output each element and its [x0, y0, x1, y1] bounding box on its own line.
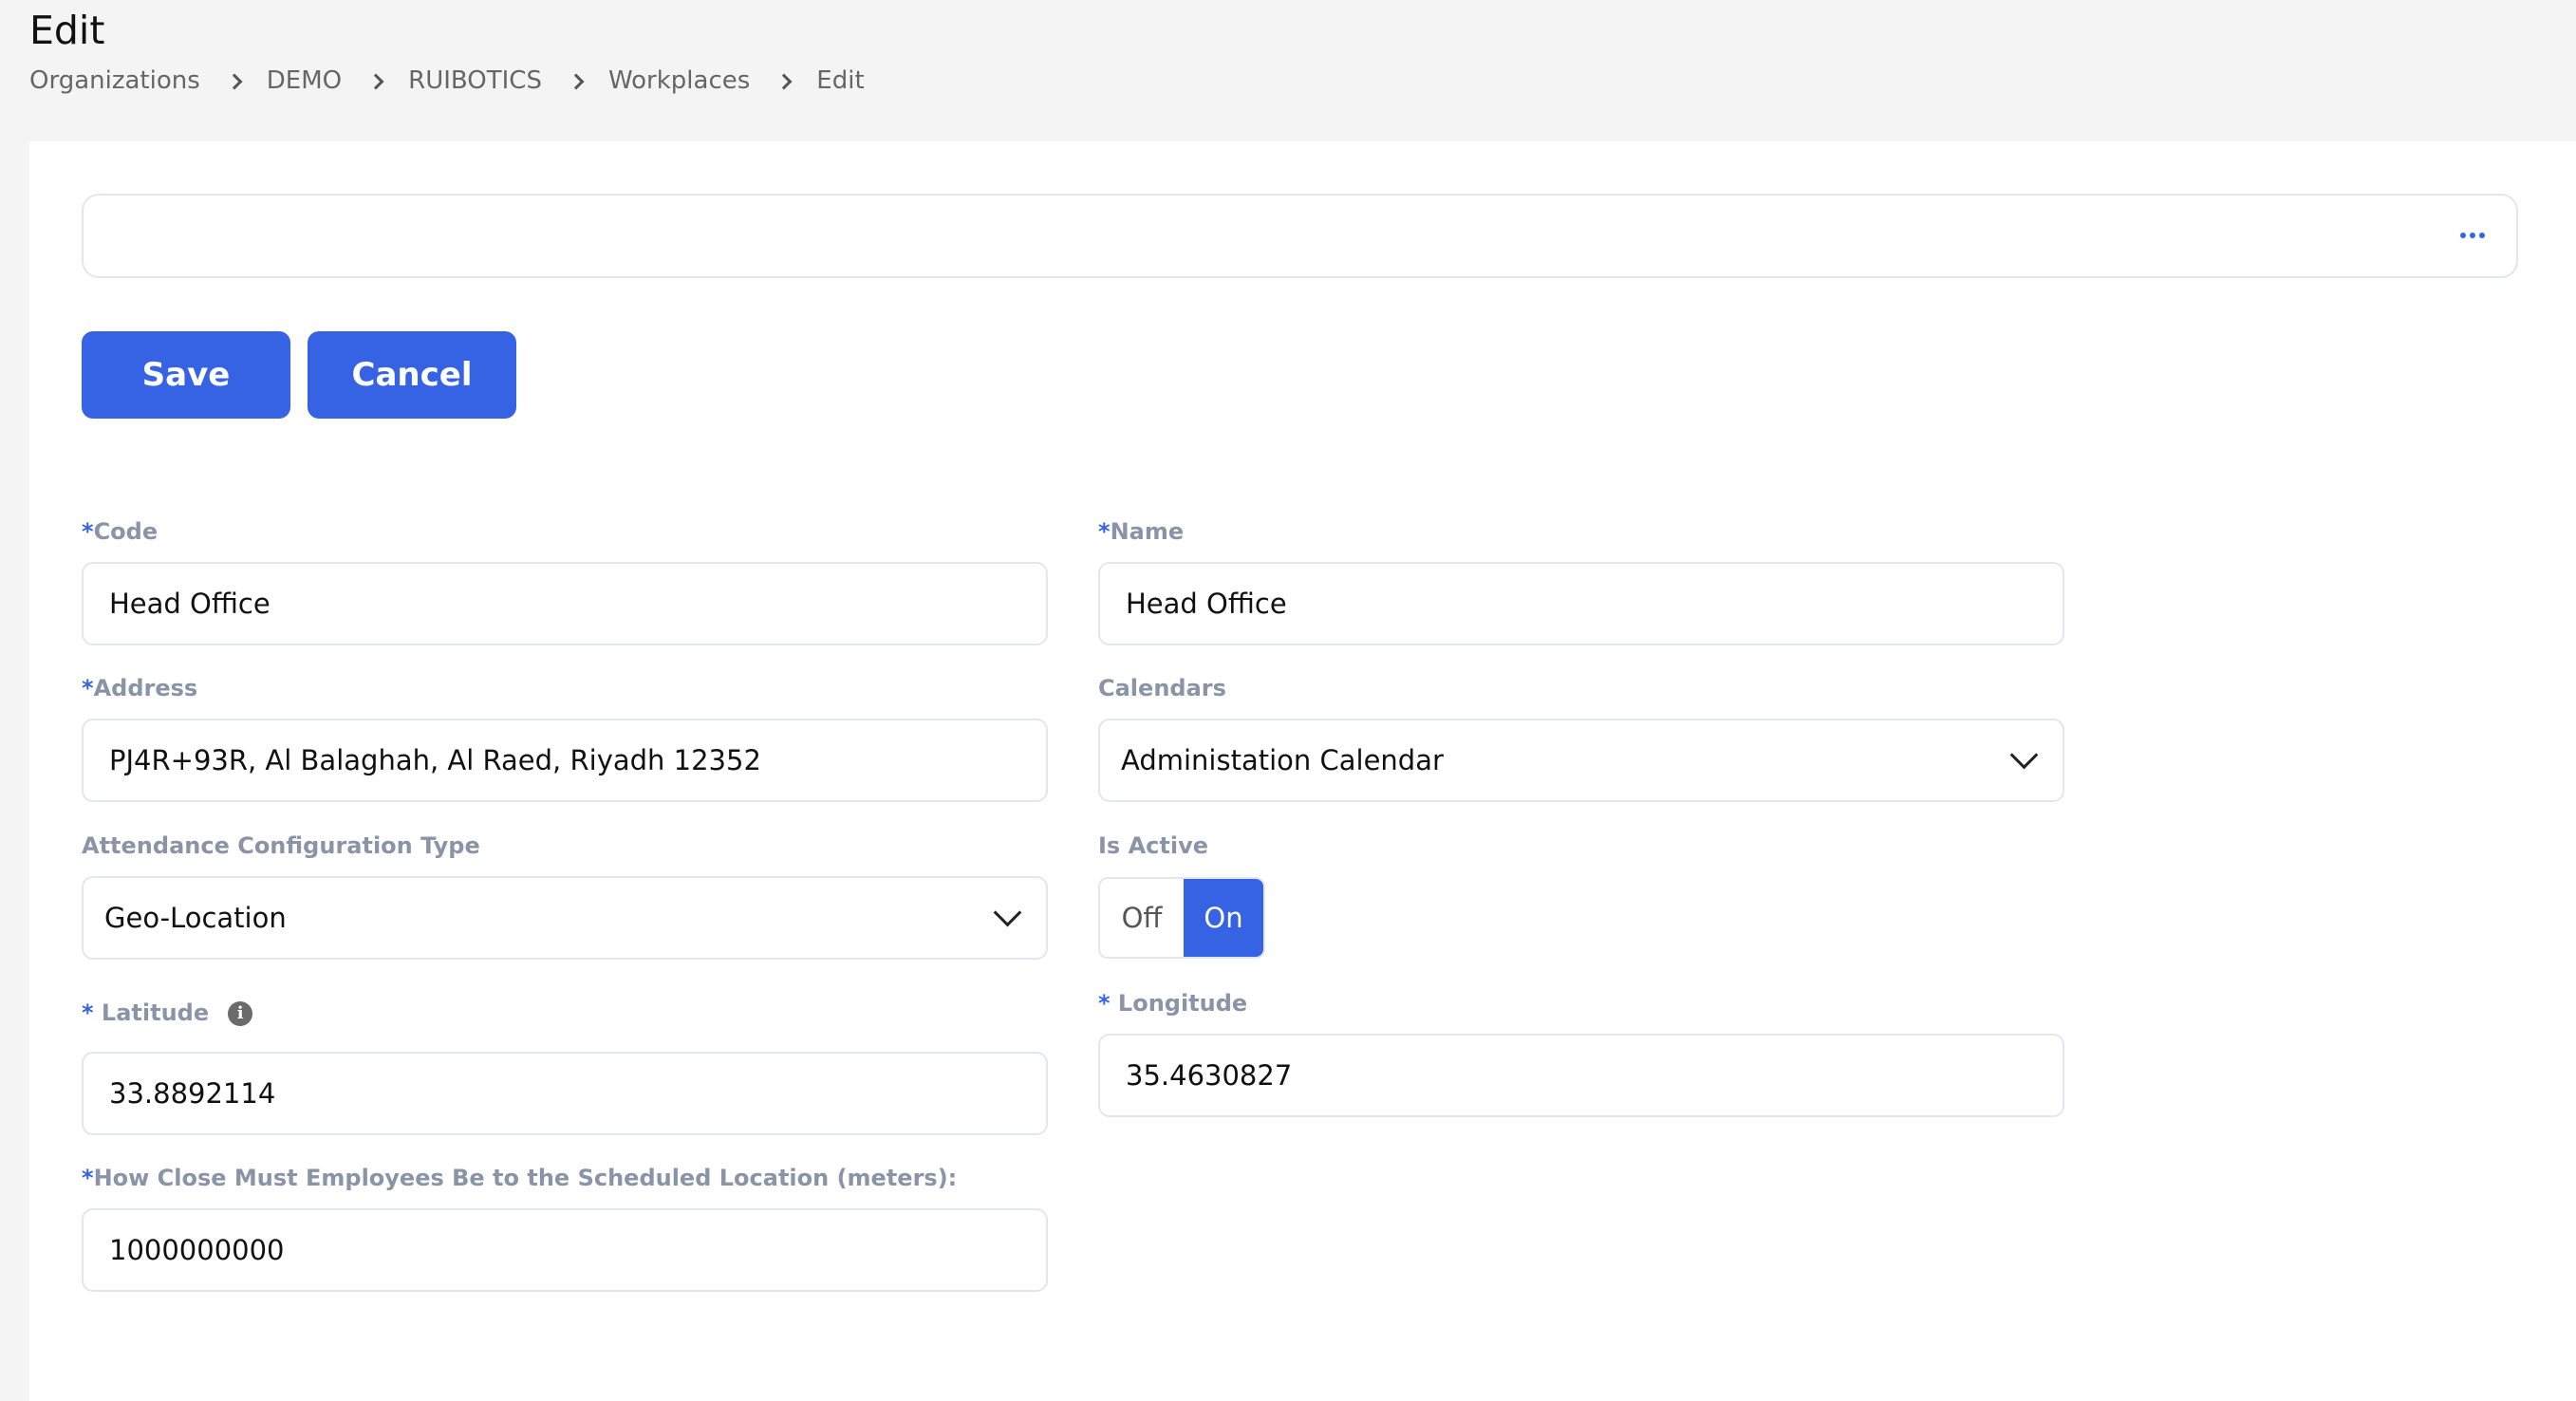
breadcrumb-organizations[interactable]: Organizations [29, 66, 200, 95]
address-label: *Address [82, 675, 197, 701]
save-button[interactable]: Save [82, 331, 290, 419]
radius-label: *How Close Must Employees Be to the Sche… [82, 1165, 957, 1191]
breadcrumb-ruibotics[interactable]: RUIBOTICS [408, 66, 542, 95]
chevron-down-icon [2009, 740, 2039, 770]
is-active-toggle[interactable]: Off On [1098, 877, 1265, 959]
breadcrumb-edit: Edit [816, 66, 865, 95]
calendars-select-value: Administation Calendar [1121, 744, 1444, 776]
info-icon[interactable]: i [228, 1001, 253, 1026]
code-label-text: Code [93, 518, 159, 545]
cancel-button[interactable]: Cancel [308, 331, 516, 419]
attendance-type-select-value: Geo-Location [104, 902, 287, 934]
chevron-right-icon [217, 68, 250, 93]
required-mark: * [82, 1165, 94, 1191]
breadcrumb-workplaces[interactable]: Workplaces [608, 66, 750, 95]
name-label: *Name [1098, 518, 1184, 545]
edit-card: Save Cancel *Code Head Office *Name Head… [29, 141, 2576, 1401]
required-mark: * [82, 518, 94, 545]
calendars-label: Calendars [1098, 675, 1226, 701]
breadcrumb: Organizations DEMO RUIBOTICS Workplaces … [29, 66, 865, 95]
chevron-down-icon [993, 898, 1022, 927]
required-mark: * [1098, 518, 1111, 545]
chevron-right-icon [359, 68, 391, 93]
calendars-select[interactable]: Administation Calendar [1098, 719, 2064, 802]
code-input[interactable]: Head Office [82, 562, 1048, 645]
latitude-label: * Latitude i [82, 999, 253, 1026]
code-label: *Code [82, 518, 158, 545]
address-input[interactable]: PJ4R+93R, Al Balaghah, Al Raed, Riyadh 1… [82, 719, 1048, 802]
is-active-label: Is Active [1098, 832, 1208, 859]
required-mark: * [82, 999, 102, 1026]
radius-input[interactable]: 1000000000 [82, 1208, 1048, 1292]
name-label-text: Name [1110, 518, 1185, 545]
chevron-right-icon [559, 68, 591, 93]
toggle-off-option[interactable]: Off [1100, 879, 1184, 957]
attendance-type-label: Attendance Configuration Type [82, 832, 480, 859]
page-title: Edit [29, 8, 105, 53]
breadcrumb-demo[interactable]: DEMO [267, 66, 342, 95]
required-mark: * [1098, 990, 1118, 1017]
toggle-on-option[interactable]: On [1184, 879, 1263, 957]
radius-label-text: How Close Must Employees Be to the Sched… [93, 1165, 958, 1191]
longitude-input[interactable]: 35.4630827 [1098, 1034, 2064, 1117]
latitude-label-text: Latitude [101, 999, 210, 1026]
more-horizontal-icon[interactable] [2452, 215, 2493, 256]
longitude-label-text: Longitude [1117, 990, 1248, 1017]
address-label-text: Address [93, 675, 198, 701]
latitude-input[interactable]: 33.8892114 [82, 1052, 1048, 1135]
toolbar-bar [82, 194, 2518, 278]
name-input[interactable]: Head Office [1098, 562, 2064, 645]
required-mark: * [82, 675, 94, 701]
attendance-type-select[interactable]: Geo-Location [82, 876, 1048, 960]
longitude-label: * Longitude [1098, 990, 1247, 1017]
chevron-right-icon [767, 68, 799, 93]
